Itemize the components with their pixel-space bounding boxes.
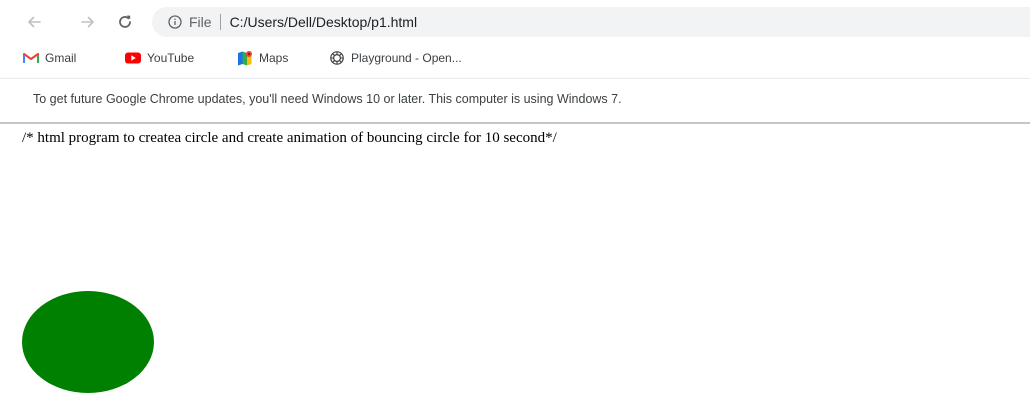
openai-icon <box>329 50 345 66</box>
bookmarks-bar: Gmail YouTube Maps Playground - Open... <box>0 44 1030 72</box>
bookmark-label: Playground - Open... <box>351 51 462 65</box>
bookmark-maps[interactable]: Maps <box>237 48 288 68</box>
arrow-left-icon <box>28 16 41 28</box>
omnibox-divider <box>219 14 221 30</box>
bookmark-label: Gmail <box>45 51 77 65</box>
update-infobar: To get future Google Chrome updates, you… <box>0 78 1030 124</box>
infobar-message: To get future Google Chrome updates, you… <box>33 92 622 106</box>
bookmark-playground[interactable]: Playground - Open... <box>329 48 462 68</box>
bookmark-label: YouTube <box>147 51 195 65</box>
reload-icon <box>119 15 131 28</box>
info-icon[interactable] <box>168 15 182 29</box>
maps-icon <box>237 50 253 66</box>
back-button[interactable] <box>22 10 46 34</box>
arrow-right-icon <box>81 16 94 28</box>
browser-toolbar: File C:/Users/Dell/Desktop/p1.html <box>0 0 1030 44</box>
reload-button[interactable] <box>113 10 137 34</box>
bookmark-gmail[interactable]: Gmail <box>23 48 76 68</box>
bouncing-circle <box>22 291 154 393</box>
bookmark-label: Maps <box>259 51 289 65</box>
bookmark-youtube[interactable]: YouTube <box>125 48 194 68</box>
scheme-label: File <box>189 14 212 30</box>
page-comment-text: /* html program to createa circle and cr… <box>22 130 557 146</box>
youtube-icon <box>125 50 141 66</box>
address-bar[interactable]: File C:/Users/Dell/Desktop/p1.html <box>152 7 1030 37</box>
gmail-icon <box>23 50 39 66</box>
forward-button[interactable] <box>76 10 100 34</box>
page-content: /* html program to createa circle and cr… <box>0 124 1030 393</box>
url-text[interactable]: C:/Users/Dell/Desktop/p1.html <box>230 14 418 30</box>
